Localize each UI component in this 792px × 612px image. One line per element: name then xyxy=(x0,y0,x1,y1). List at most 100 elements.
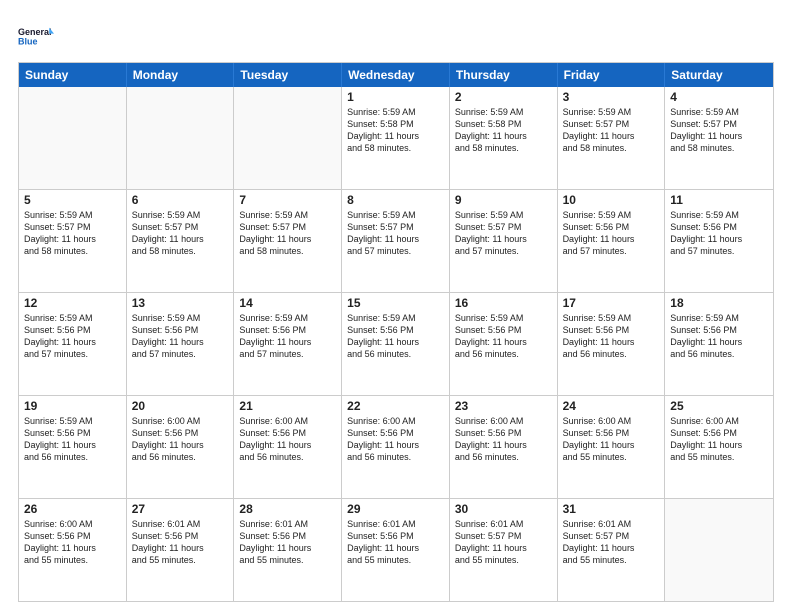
day-number: 19 xyxy=(24,399,121,413)
calendar-cell: 2Sunrise: 5:59 AM Sunset: 5:58 PM Daylig… xyxy=(450,87,558,189)
calendar-cell: 12 Sunrise: 5:59 AM Sunset: 5:56 PM Dayli… xyxy=(19,293,127,395)
cell-text: Sunrise: 5:59 AM Sunset: 5:56 PM Dayligh… xyxy=(24,312,121,361)
day-number: 15 xyxy=(347,296,444,310)
calendar-cell: 29Sunrise: 6:01 AM Sunset: 5:56 PM Dayli… xyxy=(342,499,450,601)
cell-text: Sunrise: 5:59 AM Sunset: 5:57 PM Dayligh… xyxy=(24,209,121,258)
day-number: 25 xyxy=(670,399,768,413)
calendar-cell: 10 Sunrise: 5:59 AM Sunset: 5:56 PM Dayli… xyxy=(558,190,666,292)
calendar-cell: 17Sunrise: 5:59 AM Sunset: 5:56 PM Dayli… xyxy=(558,293,666,395)
calendar-cell: 15 Sunrise: 5:59 AM Sunset: 5:56 PM Dayli… xyxy=(342,293,450,395)
calendar-cell xyxy=(127,87,235,189)
calendar-row-3: 12 Sunrise: 5:59 AM Sunset: 5:56 PM Dayli… xyxy=(19,292,773,395)
cell-text: Sunrise: 5:59 AM Sunset: 5:56 PM Dayligh… xyxy=(455,312,552,361)
day-number: 3 xyxy=(563,90,660,104)
cell-text: Sunrise: 6:01 AM Sunset: 5:57 PM Dayligh… xyxy=(455,518,552,567)
day-number: 18 xyxy=(670,296,768,310)
cell-text: Sunrise: 6:00 AM Sunset: 5:56 PM Dayligh… xyxy=(239,415,336,464)
cell-text: Sunrise: 5:59 AM Sunset: 5:56 PM Dayligh… xyxy=(347,312,444,361)
header-day-wednesday: Wednesday xyxy=(342,63,450,87)
day-number: 16 xyxy=(455,296,552,310)
cell-text: Sunrise: 6:00 AM Sunset: 5:56 PM Dayligh… xyxy=(670,415,768,464)
cell-text: Sunrise: 6:01 AM Sunset: 5:57 PM Dayligh… xyxy=(563,518,660,567)
svg-text:Blue: Blue xyxy=(18,36,38,46)
cell-text: Sunrise: 5:59 AM Sunset: 5:57 PM Dayligh… xyxy=(347,209,444,258)
calendar-cell: 22 Sunrise: 6:00 AM Sunset: 5:56 PM Dayli… xyxy=(342,396,450,498)
cell-text: Sunrise: 6:01 AM Sunset: 5:56 PM Dayligh… xyxy=(347,518,444,567)
day-number: 24 xyxy=(563,399,660,413)
header-day-tuesday: Tuesday xyxy=(234,63,342,87)
day-number: 23 xyxy=(455,399,552,413)
cell-text: Sunrise: 5:59 AM Sunset: 5:58 PM Dayligh… xyxy=(455,106,552,155)
calendar-header: SundayMondayTuesdayWednesdayThursdayFrid… xyxy=(19,63,773,87)
cell-text: Sunrise: 6:00 AM Sunset: 5:56 PM Dayligh… xyxy=(347,415,444,464)
cell-text: Sunrise: 5:59 AM Sunset: 5:57 PM Dayligh… xyxy=(563,106,660,155)
cell-text: Sunrise: 5:59 AM Sunset: 5:57 PM Dayligh… xyxy=(670,106,768,155)
day-number: 20 xyxy=(132,399,229,413)
day-number: 22 xyxy=(347,399,444,413)
cell-text: Sunrise: 6:00 AM Sunset: 5:56 PM Dayligh… xyxy=(24,518,121,567)
calendar-cell: 30Sunrise: 6:01 AM Sunset: 5:57 PM Dayli… xyxy=(450,499,558,601)
calendar-cell: 14 Sunrise: 5:59 AM Sunset: 5:56 PM Dayli… xyxy=(234,293,342,395)
calendar-cell: 1 Sunrise: 5:59 AM Sunset: 5:58 PM Daylig… xyxy=(342,87,450,189)
day-number: 8 xyxy=(347,193,444,207)
logo-svg: General Blue xyxy=(18,18,54,54)
header-day-monday: Monday xyxy=(127,63,235,87)
header-day-friday: Friday xyxy=(558,63,666,87)
cell-text: Sunrise: 5:59 AM Sunset: 5:57 PM Dayligh… xyxy=(455,209,552,258)
cell-text: Sunrise: 5:59 AM Sunset: 5:58 PM Dayligh… xyxy=(347,106,444,155)
cell-text: Sunrise: 5:59 AM Sunset: 5:56 PM Dayligh… xyxy=(670,312,768,361)
calendar-cell: 6 Sunrise: 5:59 AM Sunset: 5:57 PM Daylig… xyxy=(127,190,235,292)
calendar-cell: 24Sunrise: 6:00 AM Sunset: 5:56 PM Dayli… xyxy=(558,396,666,498)
calendar-cell xyxy=(234,87,342,189)
cell-text: Sunrise: 6:00 AM Sunset: 5:56 PM Dayligh… xyxy=(132,415,229,464)
calendar-cell: 9 Sunrise: 5:59 AM Sunset: 5:57 PM Daylig… xyxy=(450,190,558,292)
day-number: 12 xyxy=(24,296,121,310)
calendar-cell: 26 Sunrise: 6:00 AM Sunset: 5:56 PM Dayli… xyxy=(19,499,127,601)
calendar-row-5: 26 Sunrise: 6:00 AM Sunset: 5:56 PM Dayli… xyxy=(19,498,773,601)
header-day-sunday: Sunday xyxy=(19,63,127,87)
svg-text:General: General xyxy=(18,27,52,37)
calendar-cell xyxy=(19,87,127,189)
day-number: 7 xyxy=(239,193,336,207)
calendar-cell: 18 Sunrise: 5:59 AM Sunset: 5:56 PM Dayli… xyxy=(665,293,773,395)
calendar-cell: 25 Sunrise: 6:00 AM Sunset: 5:56 PM Dayli… xyxy=(665,396,773,498)
day-number: 6 xyxy=(132,193,229,207)
calendar-row-4: 19 Sunrise: 5:59 AM Sunset: 5:56 PM Dayli… xyxy=(19,395,773,498)
day-number: 13 xyxy=(132,296,229,310)
cell-text: Sunrise: 5:59 AM Sunset: 5:56 PM Dayligh… xyxy=(239,312,336,361)
day-number: 21 xyxy=(239,399,336,413)
day-number: 31 xyxy=(563,502,660,516)
day-number: 27 xyxy=(132,502,229,516)
logo: General Blue xyxy=(18,18,54,54)
calendar-cell: 31 Sunrise: 6:01 AM Sunset: 5:57 PM Dayli… xyxy=(558,499,666,601)
day-number: 10 xyxy=(563,193,660,207)
calendar-cell: 4Sunrise: 5:59 AM Sunset: 5:57 PM Daylig… xyxy=(665,87,773,189)
cell-text: Sunrise: 5:59 AM Sunset: 5:56 PM Dayligh… xyxy=(563,209,660,258)
calendar-cell: 23Sunrise: 6:00 AM Sunset: 5:56 PM Dayli… xyxy=(450,396,558,498)
cell-text: Sunrise: 5:59 AM Sunset: 5:56 PM Dayligh… xyxy=(670,209,768,258)
calendar-cell: 3 Sunrise: 5:59 AM Sunset: 5:57 PM Daylig… xyxy=(558,87,666,189)
calendar-cell xyxy=(665,499,773,601)
cell-text: Sunrise: 5:59 AM Sunset: 5:57 PM Dayligh… xyxy=(239,209,336,258)
cell-text: Sunrise: 6:01 AM Sunset: 5:56 PM Dayligh… xyxy=(132,518,229,567)
cell-text: Sunrise: 5:59 AM Sunset: 5:56 PM Dayligh… xyxy=(132,312,229,361)
calendar-cell: 19 Sunrise: 5:59 AM Sunset: 5:56 PM Dayli… xyxy=(19,396,127,498)
cell-text: Sunrise: 5:59 AM Sunset: 5:56 PM Dayligh… xyxy=(563,312,660,361)
day-number: 5 xyxy=(24,193,121,207)
calendar-row-2: 5 Sunrise: 5:59 AM Sunset: 5:57 PM Daylig… xyxy=(19,189,773,292)
header-day-thursday: Thursday xyxy=(450,63,558,87)
calendar-row-1: 1 Sunrise: 5:59 AM Sunset: 5:58 PM Daylig… xyxy=(19,87,773,189)
day-number: 1 xyxy=(347,90,444,104)
day-number: 26 xyxy=(24,502,121,516)
day-number: 14 xyxy=(239,296,336,310)
calendar-cell: 8 Sunrise: 5:59 AM Sunset: 5:57 PM Daylig… xyxy=(342,190,450,292)
cell-text: Sunrise: 5:59 AM Sunset: 5:57 PM Dayligh… xyxy=(132,209,229,258)
calendar-cell: 11Sunrise: 5:59 AM Sunset: 5:56 PM Dayli… xyxy=(665,190,773,292)
calendar-cell: 16 Sunrise: 5:59 AM Sunset: 5:56 PM Dayli… xyxy=(450,293,558,395)
day-number: 9 xyxy=(455,193,552,207)
calendar-cell: 21 Sunrise: 6:00 AM Sunset: 5:56 PM Dayli… xyxy=(234,396,342,498)
calendar-cell: 20 Sunrise: 6:00 AM Sunset: 5:56 PM Dayli… xyxy=(127,396,235,498)
calendar-cell: 13 Sunrise: 5:59 AM Sunset: 5:56 PM Dayli… xyxy=(127,293,235,395)
header-day-saturday: Saturday xyxy=(665,63,773,87)
cell-text: Sunrise: 5:59 AM Sunset: 5:56 PM Dayligh… xyxy=(24,415,121,464)
